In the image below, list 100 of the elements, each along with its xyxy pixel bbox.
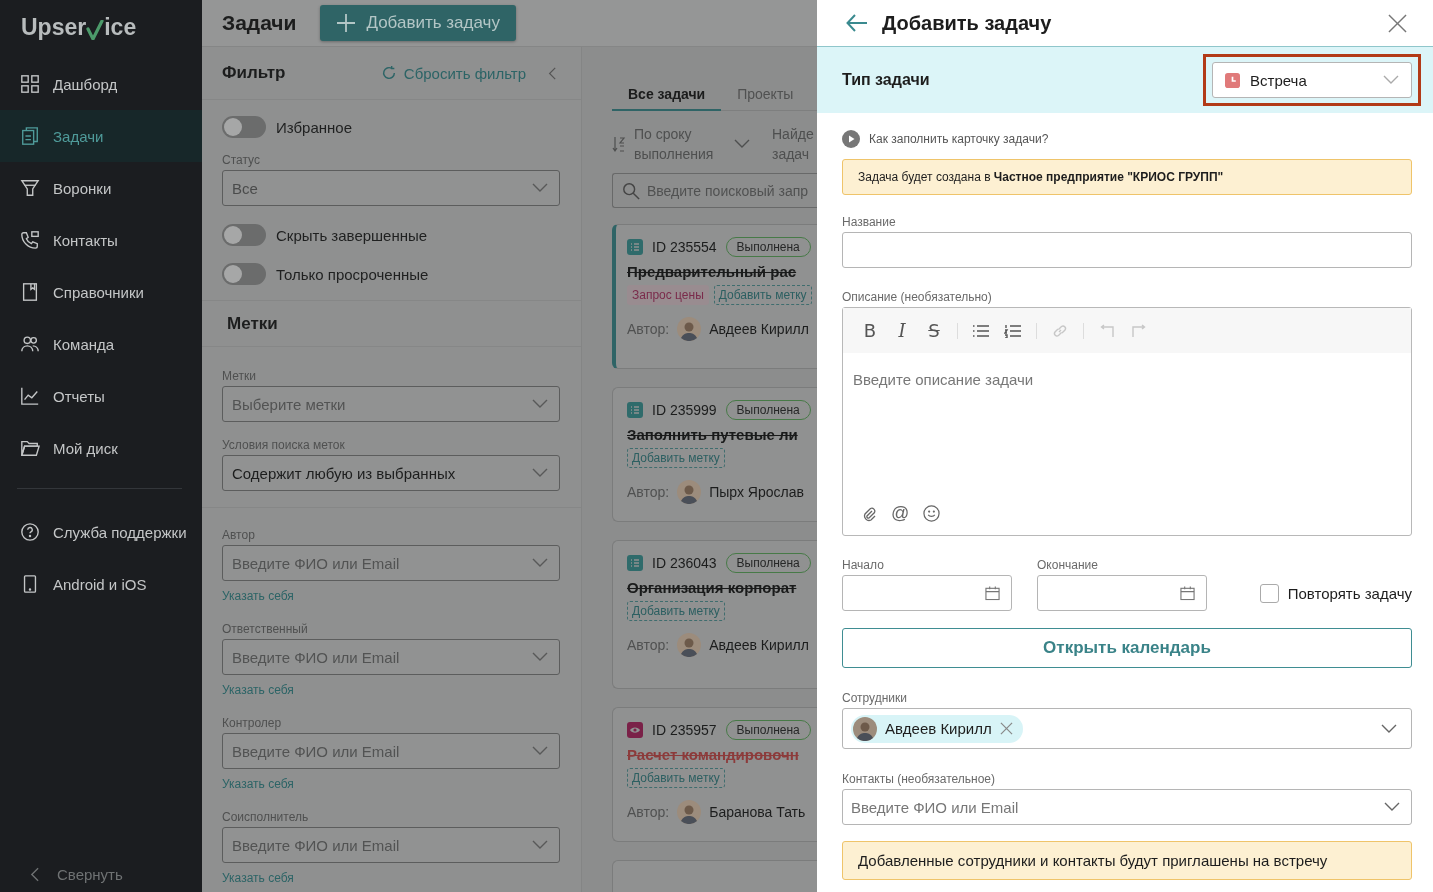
refresh-icon [380, 65, 397, 81]
author-label: Автор: [627, 321, 670, 337]
people-icon [20, 334, 40, 354]
tab[interactable]: Все задачи [612, 86, 722, 111]
author-name: Авдеев Кирилл [709, 321, 809, 337]
eye-icon [627, 722, 643, 738]
plus-icon [336, 13, 357, 33]
chevron-icon [1384, 802, 1400, 812]
remove-icon[interactable] [999, 722, 1013, 735]
field-label: Начало [842, 558, 885, 572]
task-card[interactable]: ID 235957 Выполнена Расчет командировочн Добавить метку Автор: Баранова Тать [612, 707, 817, 842]
field-label: Сотрудники [842, 691, 908, 705]
folder-icon [20, 438, 40, 458]
avatar [853, 716, 877, 741]
chevron-icon [532, 399, 548, 409]
section-title: Метки [227, 313, 278, 334]
author-label: Автор: [627, 484, 670, 500]
funnel-icon [20, 178, 40, 198]
tag: Запрос цены [627, 285, 709, 305]
field-label: Описание (необязательно) [842, 290, 993, 304]
person-select[interactable]: Введите ФИО или Email [222, 733, 560, 769]
person-select[interactable]: Введите ФИО или Email [222, 545, 560, 581]
employee-chip[interactable]: Авдеев Кирилл [851, 714, 1023, 743]
clock-icon [1225, 72, 1240, 88]
collapse-button[interactable]: Свернуть [0, 866, 202, 892]
date-field[interactable] [842, 575, 1012, 611]
found-count: Найде задач [772, 125, 814, 164]
toggle-label: Скрыть завершенные [276, 226, 428, 244]
date-field[interactable] [1037, 575, 1207, 611]
field-label: Ответственный [222, 622, 309, 636]
contacts-select[interactable]: Введите ФИО или Email [842, 789, 1412, 825]
employee-name: Авдеев Кирилл [885, 720, 992, 737]
description-editor[interactable]: B I S Введите описание задачи @ [842, 307, 1412, 536]
name-field[interactable] [842, 232, 1412, 268]
strikethrough-button[interactable]: S [925, 319, 943, 342]
nav-item[interactable]: Отчеты [0, 370, 202, 422]
tag-select[interactable]: Выберите метки [222, 386, 560, 422]
nav-item[interactable]: Воронки [0, 162, 202, 214]
chevron-icon [532, 840, 548, 850]
toggle-label: Избранное [276, 118, 353, 136]
add-task-button[interactable]: Добавить задачу [320, 5, 516, 41]
task-card[interactable]: ID 235999 Выполнена Заполнить путевые ли Добавить метку Автор: Пырх Ярослав [612, 387, 817, 522]
nav-item[interactable]: Android и iOS [0, 558, 202, 610]
italic-button[interactable]: I [893, 319, 911, 342]
tag-select[interactable]: Содержит любую из выбранных [222, 455, 560, 491]
nav-item[interactable]: Контакты [0, 214, 202, 266]
task-id: ID 235957 [652, 722, 717, 738]
play-icon[interactable] [842, 130, 860, 148]
smiley-icon[interactable] [923, 505, 941, 522]
author-name: Авдеев Кирилл [709, 637, 809, 653]
task-card[interactable] [612, 860, 817, 892]
field-label: Тип задачи [842, 71, 931, 89]
field-label: Автор [222, 528, 256, 542]
person-select[interactable]: Введите ФИО или Email [222, 639, 560, 675]
nav-item[interactable]: Справочники [0, 266, 202, 318]
task-title: Расчет командировочн [627, 746, 800, 763]
field-label: Контакты (необязательное) [842, 772, 997, 786]
task-type-select[interactable]: Встреча [1212, 62, 1412, 98]
bold-button[interactable]: B [861, 319, 879, 342]
paperclip-icon[interactable] [861, 505, 877, 522]
open-calendar-button[interactable]: Открыть календарь [842, 628, 1412, 668]
avatar [677, 633, 702, 657]
chevron-icon [1381, 723, 1397, 734]
checkbox[interactable] [1259, 583, 1279, 603]
back-arrow-icon[interactable] [846, 14, 868, 32]
avatar [677, 317, 702, 341]
chevron-icon [532, 183, 548, 193]
toggle-label: Только просроченные [276, 265, 429, 283]
person-select[interactable]: Введите ФИО или Email [222, 827, 560, 863]
chevron-icon [532, 558, 548, 568]
search-field[interactable]: Введите поисковый запр [612, 173, 817, 208]
employees-select[interactable]: Авдеев Кирилл [842, 708, 1412, 749]
nav-item[interactable]: Дашборд [0, 58, 202, 110]
close-icon[interactable] [1388, 13, 1407, 33]
field-label: Метки [222, 369, 257, 383]
help-link[interactable]: Как заполнить карточку задачи? [869, 132, 1049, 146]
list-icon [627, 239, 643, 255]
task-card[interactable]: ID 236043 Выполнена Организация корпорат Добавить метку Автор: Авдеев Кирилл [612, 540, 817, 689]
nav-item[interactable]: Служба поддержки [0, 506, 202, 558]
status-select[interactable]: Все [222, 170, 560, 206]
toggle-switch[interactable] [222, 116, 266, 138]
field-label: Контролер [222, 716, 283, 730]
phone-icon [20, 230, 40, 250]
logo[interactable]: Upser ice [0, 0, 202, 58]
nav-item[interactable]: Команда [0, 318, 202, 370]
toggle-switch[interactable] [222, 224, 266, 246]
page-title: Задачи [222, 11, 297, 35]
task-title: Заполнить путевые ли [627, 426, 799, 443]
nav-item[interactable]: Задачи [0, 110, 202, 162]
chevron-left-icon [30, 867, 39, 882]
toggle-switch[interactable] [222, 263, 266, 285]
nav-item[interactable]: Мой диск [0, 422, 202, 474]
list-icon [627, 555, 643, 571]
author-label: Автор: [627, 804, 670, 820]
mention-button[interactable]: @ [891, 503, 910, 524]
collapse-icon[interactable] [548, 66, 556, 80]
chevron-icon [1383, 75, 1399, 85]
field-label: Соисполнитель [222, 810, 310, 824]
task-card[interactable]: ID 235554 Выполнена Предварительный рас Запрос цены Добавить метку Автор: Авдеев Кирилл [612, 224, 817, 369]
task-title: Предварительный рас [627, 263, 798, 280]
